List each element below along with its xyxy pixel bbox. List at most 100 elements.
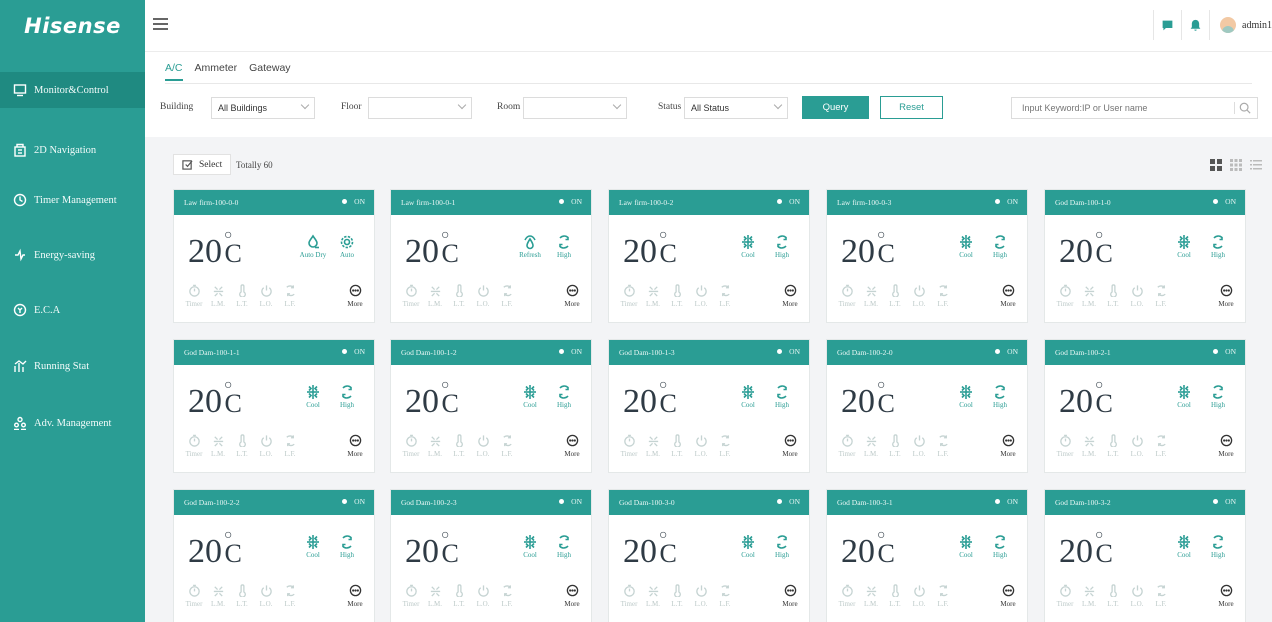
- mode-indicator[interactable]: Cool: [298, 534, 328, 559]
- function-lo[interactable]: L.O.: [471, 584, 495, 608]
- function-lm[interactable]: L.M.: [1077, 284, 1101, 308]
- function-lt[interactable]: L.T.: [1101, 434, 1125, 458]
- fan-speed-indicator[interactable]: High: [1203, 384, 1233, 409]
- more-button[interactable]: More: [340, 434, 370, 458]
- card-power-status[interactable]: ON: [777, 347, 800, 356]
- function-lf[interactable]: L.F.: [495, 434, 519, 458]
- function-timer[interactable]: Timer: [182, 434, 206, 458]
- function-lf[interactable]: L.F.: [1149, 584, 1173, 608]
- mode-indicator[interactable]: Cool: [515, 384, 545, 409]
- ac-card[interactable]: Law firm-100-0-3 ON 20 ○ C Cool High Timer L.M. L…: [826, 189, 1028, 323]
- search-input[interactable]: [1012, 98, 1222, 118]
- function-lt[interactable]: L.T.: [665, 434, 689, 458]
- function-lt[interactable]: L.T.: [1101, 284, 1125, 308]
- function-lt[interactable]: L.T.: [883, 584, 907, 608]
- message-icon[interactable]: [1153, 10, 1181, 40]
- function-lt[interactable]: L.T.: [447, 284, 471, 308]
- mode-indicator[interactable]: Cool: [1169, 234, 1199, 259]
- more-button[interactable]: More: [340, 284, 370, 308]
- function-timer[interactable]: Timer: [1053, 284, 1077, 308]
- ac-card[interactable]: God Dam-100-1-1 ON 20 ○ C Cool High Timer L.M. L.…: [173, 339, 375, 473]
- mode-indicator[interactable]: Cool: [515, 534, 545, 559]
- function-lf[interactable]: L.F.: [495, 284, 519, 308]
- ac-card[interactable]: Law firm-100-0-1 ON 20 ○ C Refresh High Timer L.…: [390, 189, 592, 323]
- function-lm[interactable]: L.M.: [423, 284, 447, 308]
- ac-card[interactable]: God Dam-100-2-0 ON 20 ○ C Cool High Timer L.M. L.…: [826, 339, 1028, 473]
- fan-speed-indicator[interactable]: High: [332, 534, 362, 559]
- function-lf[interactable]: L.F.: [931, 584, 955, 608]
- more-button[interactable]: More: [993, 284, 1023, 308]
- sidebar-item-2d-navigation[interactable]: 2D Navigation: [0, 132, 145, 168]
- function-lo[interactable]: L.O.: [907, 434, 931, 458]
- function-timer[interactable]: Timer: [1053, 434, 1077, 458]
- function-lm[interactable]: L.M.: [641, 284, 665, 308]
- more-button[interactable]: More: [557, 434, 587, 458]
- function-lf[interactable]: L.F.: [713, 284, 737, 308]
- card-power-status[interactable]: ON: [342, 347, 365, 356]
- function-lo[interactable]: L.O.: [1125, 584, 1149, 608]
- status-select[interactable]: All Status: [684, 97, 788, 119]
- function-lo[interactable]: L.O.: [254, 284, 278, 308]
- function-lo[interactable]: L.O.: [254, 584, 278, 608]
- fan-speed-indicator[interactable]: High: [985, 384, 1015, 409]
- ac-card[interactable]: God Dam-100-2-3 ON 20 ○ C Cool High Timer L.M. L.…: [390, 489, 592, 622]
- card-power-status[interactable]: ON: [995, 197, 1018, 206]
- mode-indicator[interactable]: Cool: [1169, 384, 1199, 409]
- fan-speed-indicator[interactable]: High: [767, 234, 797, 259]
- mode-indicator[interactable]: Cool: [733, 384, 763, 409]
- function-lf[interactable]: L.F.: [713, 434, 737, 458]
- mode-indicator[interactable]: Cool: [951, 234, 981, 259]
- function-lt[interactable]: L.T.: [1101, 584, 1125, 608]
- function-lt[interactable]: L.T.: [230, 434, 254, 458]
- function-lt[interactable]: L.T.: [447, 584, 471, 608]
- more-button[interactable]: More: [557, 284, 587, 308]
- user-menu[interactable]: admin1: [1209, 10, 1272, 40]
- query-button[interactable]: Query: [802, 96, 869, 119]
- building-select[interactable]: All Buildings: [211, 97, 315, 119]
- fan-speed-indicator[interactable]: High: [549, 234, 579, 259]
- function-lm[interactable]: L.M.: [423, 584, 447, 608]
- fan-speed-indicator[interactable]: High: [767, 534, 797, 559]
- function-timer[interactable]: Timer: [399, 284, 423, 308]
- grid-small-view-icon[interactable]: [1226, 158, 1246, 172]
- card-power-status[interactable]: ON: [559, 347, 582, 356]
- fan-speed-indicator[interactable]: High: [332, 384, 362, 409]
- fan-speed-indicator[interactable]: High: [1203, 534, 1233, 559]
- more-button[interactable]: More: [775, 434, 805, 458]
- mode-indicator[interactable]: Auto Dry: [298, 234, 328, 259]
- ac-card[interactable]: God Dam-100-3-2 ON 20 ○ C Cool High Timer L.M. L.…: [1044, 489, 1246, 622]
- mode-indicator[interactable]: Cool: [733, 234, 763, 259]
- mode-indicator[interactable]: Refresh: [515, 234, 545, 259]
- function-lm[interactable]: L.M.: [859, 584, 883, 608]
- card-power-status[interactable]: ON: [1213, 497, 1236, 506]
- more-button[interactable]: More: [1211, 434, 1241, 458]
- fan-speed-indicator[interactable]: High: [549, 534, 579, 559]
- sidebar-item-energy-saving[interactable]: Energy-saving: [0, 237, 145, 273]
- more-button[interactable]: More: [1211, 584, 1241, 608]
- function-lo[interactable]: L.O.: [689, 434, 713, 458]
- mode-indicator[interactable]: Cool: [298, 384, 328, 409]
- mode-indicator[interactable]: Cool: [733, 534, 763, 559]
- function-lf[interactable]: L.F.: [931, 284, 955, 308]
- sidebar-item-timer-management[interactable]: Timer Management: [0, 182, 145, 218]
- mode-indicator[interactable]: Cool: [951, 384, 981, 409]
- function-lt[interactable]: L.T.: [665, 584, 689, 608]
- function-lf[interactable]: L.F.: [278, 434, 302, 458]
- grid-large-view-icon[interactable]: [1206, 158, 1226, 172]
- card-power-status[interactable]: ON: [1213, 347, 1236, 356]
- card-power-status[interactable]: ON: [342, 197, 365, 206]
- function-lf[interactable]: L.F.: [278, 584, 302, 608]
- tab-ammeter[interactable]: Ammeter: [195, 62, 238, 81]
- ac-card[interactable]: Law firm-100-0-2 ON 20 ○ C Cool High Timer L.M. L…: [608, 189, 810, 323]
- fan-speed-indicator[interactable]: High: [1203, 234, 1233, 259]
- function-lt[interactable]: L.T.: [447, 434, 471, 458]
- function-lm[interactable]: L.M.: [641, 584, 665, 608]
- mode-indicator[interactable]: Cool: [951, 534, 981, 559]
- bell-icon[interactable]: [1181, 10, 1209, 40]
- card-power-status[interactable]: ON: [342, 497, 365, 506]
- more-button[interactable]: More: [340, 584, 370, 608]
- function-timer[interactable]: Timer: [182, 584, 206, 608]
- function-timer[interactable]: Timer: [399, 434, 423, 458]
- tab-a-c[interactable]: A/C: [165, 62, 183, 81]
- function-lm[interactable]: L.M.: [1077, 434, 1101, 458]
